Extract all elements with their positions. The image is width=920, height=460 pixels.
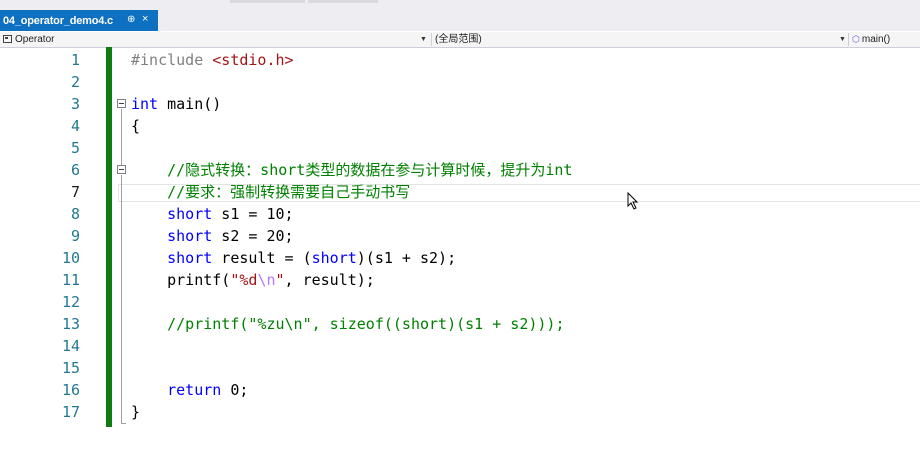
line-number: 10 [61,249,80,267]
code-line[interactable]: 10 short result = (short)(s1 + s2); [0,247,920,269]
code-text: printf("%d\n", result); [131,269,375,291]
code-token: printf( [131,271,231,289]
line-number: 9 [70,227,80,245]
code-line[interactable]: 7 //要求：强制转换需要自己手动书写 [0,181,920,203]
code-text: //printf("%zu\n", sizeof((short)(s1 + s2… [131,313,564,335]
project-icon [3,35,12,43]
code-token: #include [131,51,213,69]
code-token: result = ( [212,249,312,267]
code-text: { [131,115,140,137]
code-line[interactable]: 14 [0,335,920,357]
dropdown-arrow-icon[interactable]: ▼ [839,33,846,46]
code-line[interactable]: 8 short s1 = 10; [0,203,920,225]
code-text: return 0; [131,379,248,401]
project-dropdown[interactable]: Operator ▼ [3,33,427,46]
line-number: 6 [70,161,80,179]
code-text: short result = (short)(s1 + s2); [131,247,456,269]
code-token: , result); [284,271,375,289]
line-number: 2 [70,73,80,91]
code-line[interactable]: 9 short s2 = 20; [0,225,920,247]
code-token: <stdio.h> [212,51,294,69]
line-number: 13 [61,315,80,333]
member-dropdown[interactable]: ⬡ main() [848,33,920,46]
code-text: short s2 = 20; [131,225,294,247]
code-line[interactable]: 17} [0,401,920,423]
outline-guide-end [121,423,126,424]
code-token: "%d [230,271,258,289]
code-token: } [131,403,141,421]
line-number: 15 [61,359,80,377]
line-number: 11 [61,271,80,289]
project-name: Operator [15,34,55,45]
code-token: int [131,95,159,113]
code-text: } [131,401,140,423]
line-number: 12 [61,293,80,311]
code-line[interactable]: 6 //隐式转换：short类型的数据在参与计算时候，提升为int [0,159,920,181]
tab-title: 04_operator_demo4.c [3,14,113,27]
code-text: short s1 = 10; [131,203,294,225]
code-token: { [131,117,141,135]
code-line[interactable]: 12 [0,291,920,313]
code-token: return [167,381,222,399]
tab-strip-top-band [308,0,378,3]
code-token: )(s1 + s2); [356,249,457,267]
code-token: main() [158,95,222,113]
code-token: short [167,249,213,267]
line-number: 3 [70,95,80,113]
code-text: //要求：强制转换需要自己手动书写 [131,181,410,203]
pin-icon[interactable]: ⊕ [127,14,135,25]
code-line[interactable]: 15 [0,357,920,379]
member-label: main() [861,34,891,45]
code-text: int main() [131,93,221,115]
code-line[interactable]: 16 return 0; [0,379,920,401]
code-token: " [275,271,285,289]
code-line[interactable]: 11 printf("%d\n", result); [0,269,920,291]
code-token: s2 = 20; [212,227,294,245]
code-token: s1 = 10; [212,205,294,223]
code-token: //隐式转换：short类型的数据在参与计算时候，提升为int [167,161,573,179]
line-number: 14 [61,337,80,355]
function-member-icon: ⬡ [852,34,860,44]
line-number: 4 [70,117,80,135]
code-line[interactable]: 5 [0,137,920,159]
code-text: #include <stdio.h> [131,49,294,71]
code-line[interactable]: 3 int main() [0,93,920,115]
line-number: 1 [70,51,80,69]
line-number: 7 [70,183,80,201]
code-line[interactable]: 4{ [0,115,920,137]
tab-strip-top-band [230,0,305,3]
code-token: 0; [221,381,249,399]
line-number: 16 [61,381,80,399]
navigation-bar: Operator ▼ (全局范围) ▼ ⬡ main() [0,32,920,48]
code-line[interactable]: 13 //printf("%zu\n", sizeof((short)(s1 +… [0,313,920,335]
line-number: 8 [70,205,80,223]
document-tab-strip: 04_operator_demo4.c ⊕ × [0,0,920,31]
line-number: 5 [70,139,80,157]
code-token: short [167,227,213,245]
code-token: //printf("%zu\n", sizeof((short)(s1 + s2… [167,315,565,333]
code-line[interactable]: 2 [0,71,920,93]
dropdown-arrow-icon[interactable]: ▼ [420,33,427,46]
mouse-pointer-icon [627,192,639,210]
code-text: //隐式转换：short类型的数据在参与计算时候，提升为int [131,159,572,181]
tab-04-operator-demo4[interactable]: 04_operator_demo4.c ⊕ × [0,10,158,31]
code-token: //要求：强制转换需要自己手动书写 [167,183,411,201]
line-number: 17 [61,403,80,421]
code-token: short [167,205,213,223]
scope-label: (全局范围) [435,34,482,45]
close-icon[interactable]: × [142,13,148,25]
code-token: short [311,249,357,267]
code-token: \n [257,271,276,289]
code-line[interactable]: 1 #include <stdio.h> [0,49,920,71]
scope-dropdown[interactable]: (全局范围) ▼ [431,33,849,46]
